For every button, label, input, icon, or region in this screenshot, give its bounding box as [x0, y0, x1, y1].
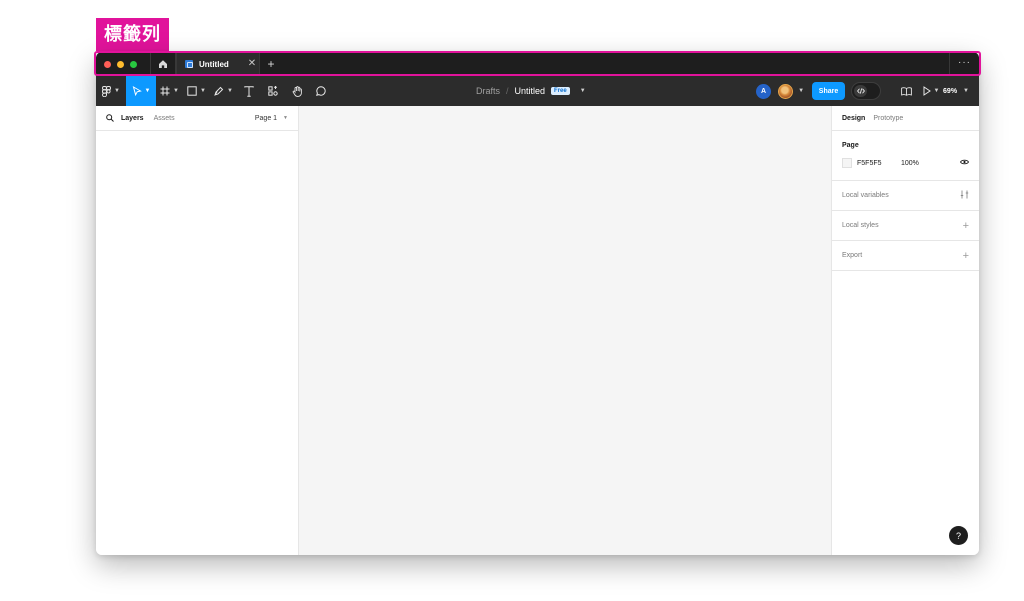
move-tool-button[interactable]: ▼ [126, 76, 156, 106]
search-button[interactable] [106, 114, 114, 122]
chevron-down-icon[interactable]: ▼ [580, 88, 586, 94]
open-variables-button[interactable] [960, 190, 969, 201]
dev-mode-toggle[interactable] [851, 82, 882, 100]
hand-icon [292, 85, 302, 97]
home-icon [159, 60, 167, 68]
local-variables-row[interactable]: Local variables [832, 181, 979, 211]
page-section-title: Page [842, 142, 859, 149]
background-hex-input[interactable]: F5F5F5 [857, 160, 901, 167]
rectangle-icon [187, 86, 197, 96]
search-icon [106, 114, 114, 122]
zoom-menu[interactable]: 69% ▼ [943, 88, 969, 95]
frame-icon [160, 86, 170, 96]
more-options-button[interactable]: ··· [949, 52, 979, 76]
plus-icon[interactable]: + [963, 250, 969, 262]
page-section: Page F5F5F5 100% [832, 131, 979, 181]
collaborator-avatar-menu[interactable]: ▼ [778, 83, 805, 99]
local-variables-label: Local variables [842, 192, 889, 199]
properties-panel: Design Prototype Page F5F5F5 100% Local … [831, 106, 979, 555]
tab-title: Untitled [199, 59, 229, 69]
local-styles-label: Local styles [842, 222, 879, 229]
code-icon [856, 88, 865, 94]
plus-icon[interactable]: + [963, 220, 969, 232]
chevron-down-icon: ▼ [963, 88, 969, 94]
annotation-label: 標籤列 [96, 18, 169, 51]
help-button[interactable]: ? [949, 526, 968, 545]
tab-untitled[interactable]: Untitled ✕ [176, 52, 260, 76]
present-button[interactable]: ▼ [919, 76, 943, 106]
close-tab-button[interactable]: ✕ [245, 52, 259, 76]
chevron-down-icon: ▼ [798, 88, 805, 94]
components-icon [268, 86, 278, 96]
canvas[interactable] [299, 106, 831, 555]
comment-tool-button[interactable] [309, 76, 333, 106]
chevron-down-icon: ▼ [283, 115, 288, 121]
hand-tool-button[interactable] [285, 76, 309, 106]
tab-bar: Untitled ✕ + ··· [96, 52, 979, 76]
eye-icon [959, 159, 970, 165]
properties-tabs: Design Prototype [832, 106, 979, 131]
text-icon [244, 85, 254, 97]
window-controls [104, 60, 150, 68]
visibility-toggle[interactable] [959, 159, 970, 167]
comment-icon [316, 86, 326, 96]
file-title[interactable]: Untitled [515, 86, 546, 96]
breadcrumb-separator: / [506, 86, 509, 96]
book-icon [900, 86, 912, 96]
shape-tool-button[interactable]: ▼ [183, 76, 210, 106]
toolbar: ▼ ▼ ▼ ▼ ▼ Drafts / Untitled Free ▼ A ▼ S… [96, 76, 979, 106]
file-title-breadcrumb: Drafts / Untitled Free ▼ [476, 76, 586, 106]
pen-tool-button[interactable]: ▼ [210, 76, 237, 106]
share-button[interactable]: Share [812, 82, 846, 100]
figma-menu-icon [102, 85, 112, 97]
background-opacity-input[interactable]: 100% [901, 160, 960, 167]
zoom-level: 69% [943, 87, 958, 95]
resources-tool-button[interactable] [261, 76, 285, 106]
app-window: Untitled ✕ + ··· ▼ ▼ ▼ ▼ ▼ Drafts / Unti… [96, 52, 979, 555]
move-icon [132, 86, 142, 96]
pen-icon [214, 86, 224, 96]
main-menu-button[interactable]: ▼ [96, 76, 126, 106]
text-tool-button[interactable] [237, 76, 261, 106]
home-button[interactable] [151, 52, 175, 76]
minimize-window-button[interactable] [117, 60, 124, 68]
local-styles-row[interactable]: Local styles + [832, 211, 979, 241]
page-background-row: F5F5F5 100% [842, 158, 970, 168]
layers-panel: Layers Assets Page 1 ▼ [96, 106, 299, 555]
design-file-icon [185, 60, 193, 68]
layers-panel-header: Layers Assets Page 1 ▼ [96, 106, 298, 131]
sliders-icon [960, 190, 969, 199]
tab-design[interactable]: Design [842, 115, 865, 122]
page-selector[interactable]: Page 1 ▼ [255, 115, 288, 122]
tab-prototype[interactable]: Prototype [873, 115, 903, 122]
background-color-swatch[interactable] [842, 158, 852, 168]
toolbar-right: A ▼ Share ▼ 69% ▼ [756, 76, 979, 106]
close-window-button[interactable] [104, 60, 111, 68]
avatar [778, 83, 794, 99]
library-button[interactable] [893, 76, 919, 106]
frame-tool-button[interactable]: ▼ [156, 76, 183, 106]
plan-badge: Free [551, 87, 570, 95]
export-label: Export [842, 252, 863, 259]
tab-assets[interactable]: Assets [154, 115, 175, 122]
user-avatar[interactable]: A [756, 83, 772, 99]
breadcrumb-drafts[interactable]: Drafts [476, 86, 500, 96]
tab-layers[interactable]: Layers [121, 115, 144, 122]
page-selector-label: Page 1 [254, 114, 278, 122]
play-icon [923, 86, 931, 96]
export-row[interactable]: Export + [832, 241, 979, 271]
maximize-window-button[interactable] [130, 60, 137, 68]
new-tab-button[interactable]: + [260, 52, 282, 76]
